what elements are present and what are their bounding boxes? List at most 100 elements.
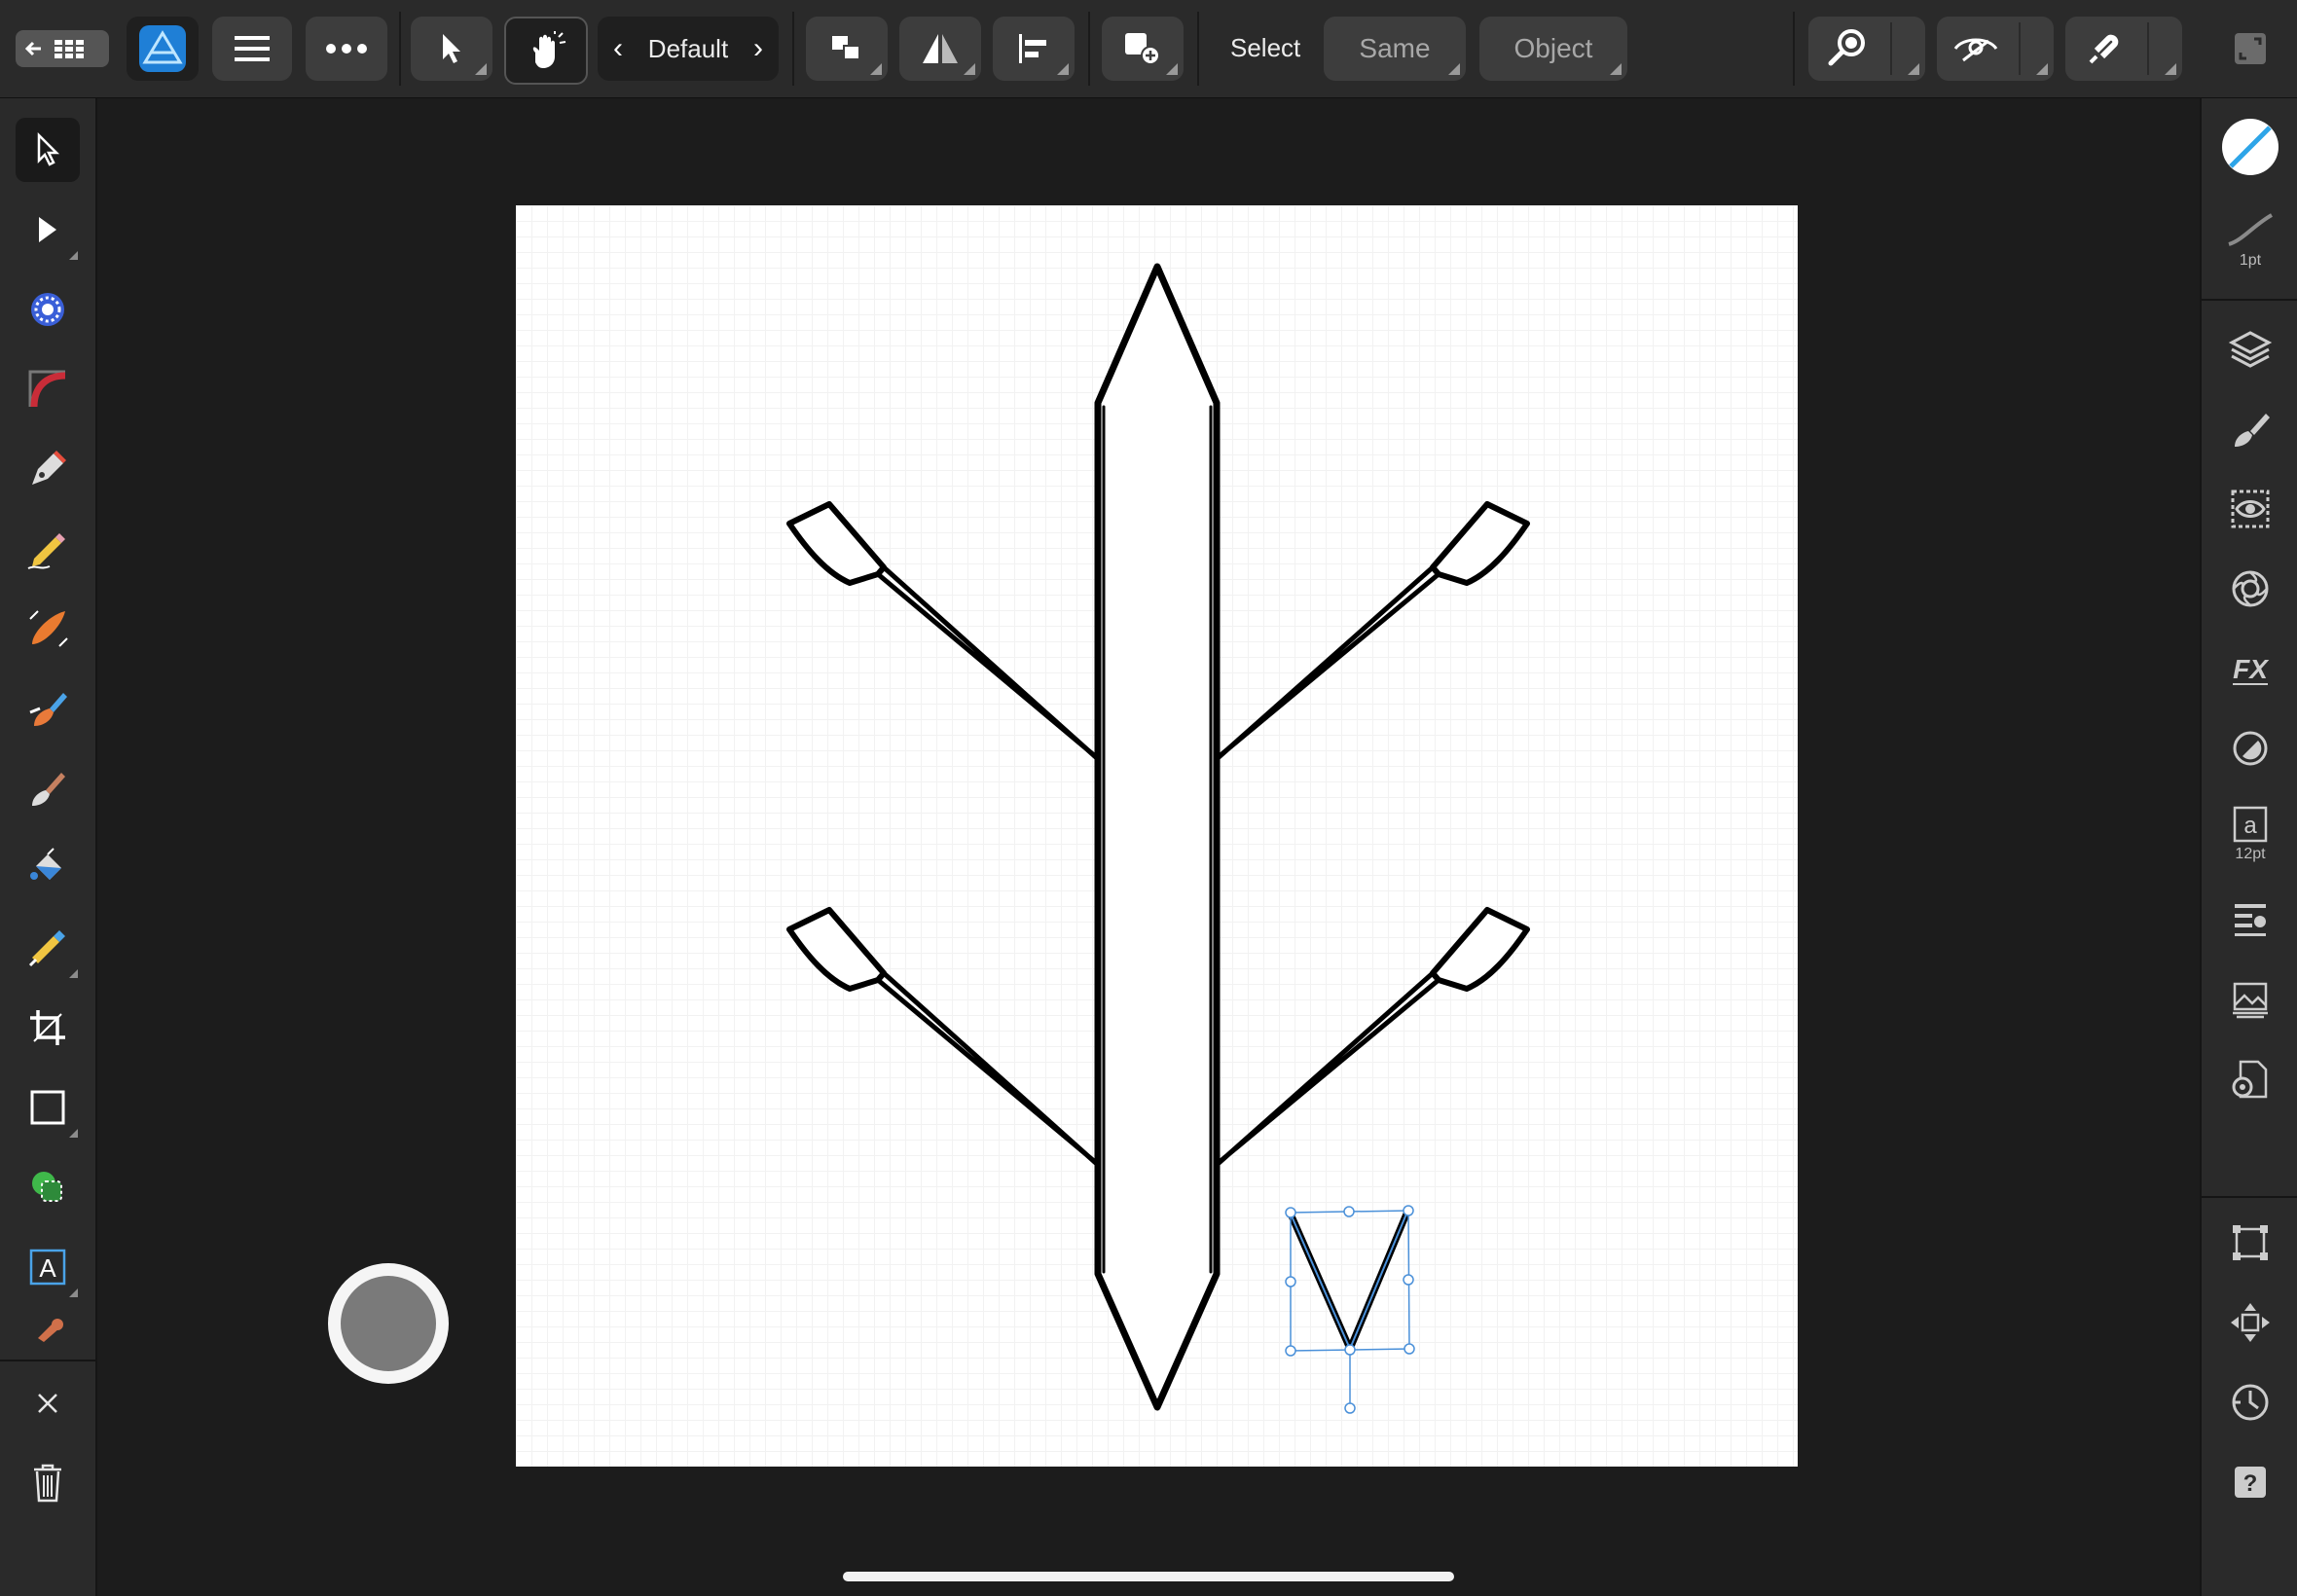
transparency-tool[interactable] [16,916,80,980]
crop-icon [30,1010,65,1045]
hamburger-menu-icon [235,36,270,61]
frame-text-tool[interactable]: A [16,1235,80,1299]
arrange-icon [832,36,860,60]
select-mode-button[interactable] [411,17,492,81]
fill-tool[interactable] [16,676,80,741]
image-stack-icon [2233,982,2268,1019]
close-context-button[interactable] [16,1371,80,1435]
vector-brush-tool[interactable] [16,597,80,661]
lower-right-blade [1430,907,1530,992]
upper-right-branch [1214,564,1441,762]
close-icon [38,1394,57,1413]
trash-icon [34,1464,61,1503]
fullscreen-button[interactable] [2231,29,2270,73]
transform-panel-button[interactable] [2219,1212,2281,1274]
stock-panel-button[interactable] [2219,968,2281,1031]
color-picker-tool[interactable] [16,1309,80,1344]
paragraph-icon [2235,904,2266,936]
top-toolbar: ‹ Default › Select Same Object [0,0,2297,98]
help-question-icon: ? [2235,1467,2266,1498]
navigator-panel-button[interactable] [2219,1291,2281,1354]
fill-stroke-swatch[interactable] [2219,116,2281,178]
stroke-width-button[interactable]: 1pt [2219,196,2281,285]
shape-builder-icon [32,1172,62,1202]
artwork[interactable] [516,205,1798,1467]
help-button[interactable]: ? [2219,1451,2281,1513]
transform-box-icon [2233,1225,2268,1260]
corner-curve-icon [28,370,66,408]
style-preset-selector[interactable]: ‹ Default › [598,17,779,81]
layers-panel-button[interactable] [2219,318,2281,381]
effects-panel-button[interactable]: FX [2219,637,2281,700]
node-arrow-icon [39,217,56,242]
brush-icon [32,773,65,806]
lower-left-blade [786,907,887,992]
transparency-panel-button[interactable] [2219,717,2281,780]
move-tool[interactable] [16,118,80,182]
back-grid-icon [24,40,84,58]
appearance-panel-button[interactable] [2219,478,2281,540]
align-button[interactable] [993,17,1075,81]
gesture-mode-button[interactable] [504,17,588,85]
upper-left-blade [786,501,887,586]
text-style-panel-button[interactable]: a 12pt [2219,795,2281,873]
insert-button[interactable] [1102,17,1184,81]
corner-tool[interactable] [16,357,80,421]
zoom-button[interactable] [1808,17,1925,81]
color-wheel-icon [2232,570,2269,607]
paragraph-panel-button[interactable] [2219,889,2281,951]
color-fill-tool[interactable] [16,836,80,900]
text-size-value: 12pt [2235,846,2266,862]
document-canvas[interactable] [516,205,1798,1467]
brushes-panel-button[interactable] [2219,398,2281,460]
home-indicator[interactable] [843,1572,1454,1581]
designer-persona-button[interactable] [127,17,199,81]
zoom-magnifier-icon [1828,29,1865,66]
select-object-button[interactable]: Object [1479,17,1627,81]
modifier-button-inner[interactable] [341,1276,436,1371]
select-same-label: Same [1359,33,1431,63]
more-options-button[interactable] [306,17,387,81]
color-panel-button[interactable] [2219,558,2281,620]
color-picker-icon [38,1319,63,1342]
move-arrows-icon [2231,1303,2270,1342]
contour-tool[interactable] [16,277,80,342]
next-preset-icon[interactable]: › [753,32,763,65]
snapping-button[interactable] [2065,17,2182,81]
select-same-button[interactable]: Same [1324,17,1466,81]
appearance-eye-icon [2231,490,2270,528]
upper-left-branch [875,564,1101,762]
select-label: Select [1230,33,1301,62]
delete-button[interactable] [16,1451,80,1515]
brushes-icon [2235,414,2270,447]
hand-gesture-icon [532,31,566,68]
pen-nib-icon [32,451,66,485]
svg-text:a: a [2243,813,2257,839]
shape-builder-tool[interactable] [16,1155,80,1219]
rectangle-tool[interactable] [16,1075,80,1140]
stroke-curve-icon [2228,213,2273,246]
pencil-tool[interactable] [16,517,80,581]
history-panel-button[interactable] [2219,1371,2281,1433]
crop-tool[interactable] [16,996,80,1060]
view-eye-icon [1953,38,1998,62]
pen-tool[interactable] [16,437,80,501]
pixel-brush-tool[interactable] [16,756,80,820]
fx-icon: FX [2233,654,2270,685]
back-to-documents-button[interactable] [16,30,109,67]
svg-text:FX: FX [2233,654,2270,684]
contour-target-icon [31,293,64,326]
tools-panel: A [0,98,97,1596]
document-menu-button[interactable] [212,17,292,81]
document-settings-button[interactable] [2219,1048,2281,1110]
upper-right-blade [1430,501,1530,586]
arrange-button[interactable] [806,17,888,81]
prev-preset-icon[interactable]: ‹ [613,32,623,65]
style-preset-label: Default [647,33,729,63]
flip-button[interactable] [899,17,981,81]
node-tool[interactable] [16,198,80,262]
fullscreen-icon [2235,33,2266,64]
view-mode-button[interactable] [1937,17,2054,81]
selected-v-shape [1286,1208,1411,1353]
frame-text-icon: A [29,1249,66,1286]
